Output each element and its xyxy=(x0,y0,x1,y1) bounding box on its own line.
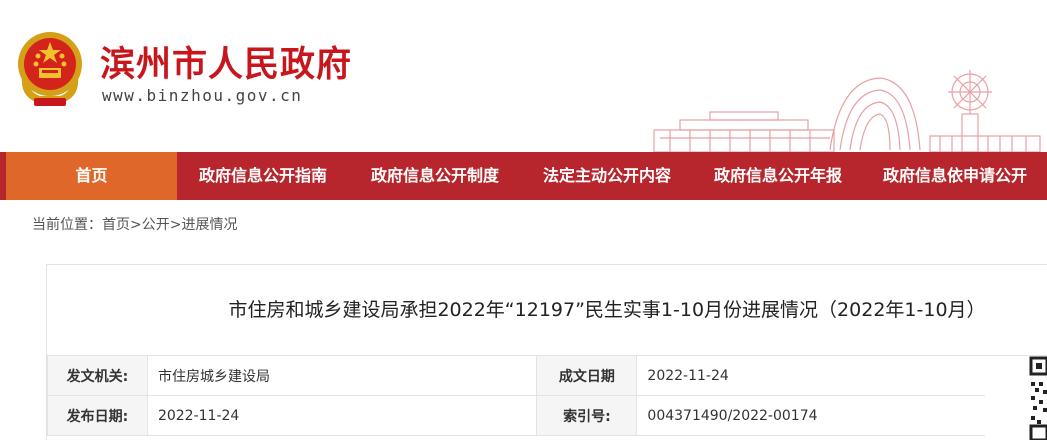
issuer-label: 发文机关: xyxy=(47,355,148,396)
created-date-label: 成文日期 xyxy=(536,355,638,396)
breadcrumb-home-link[interactable]: 首页 xyxy=(102,217,130,233)
qr-code-icon xyxy=(985,356,1047,440)
nav-item-guide[interactable]: 政府信息公开指南 xyxy=(177,152,349,200)
nav-item-application[interactable]: 政府信息依申请公开 xyxy=(863,152,1047,200)
city-skyline-illustration xyxy=(653,70,1041,152)
site-title[interactable]: 滨州市人民政府 xyxy=(100,36,352,87)
breadcrumb-current-link[interactable]: 进展情况 xyxy=(181,217,237,233)
breadcrumb-prefix: 当前位置： xyxy=(32,217,102,233)
published-date-value: 2022-11-24 xyxy=(146,395,538,436)
breadcrumb-section-link[interactable]: 公开 xyxy=(142,217,170,233)
breadcrumb: 当前位置：首页>公开>进展情况 xyxy=(32,214,237,234)
meta-row: 发文机关: 市住房城乡建设局 成文日期 2022-11-24 xyxy=(47,355,1047,396)
nav-item-system[interactable]: 政府信息公开制度 xyxy=(349,152,521,200)
document-title: 市住房和城乡建设局承担2022年“12197”民生实事1-10月份进展情况（20… xyxy=(228,299,986,321)
breadcrumb-separator: > xyxy=(169,217,182,233)
site-header: 滨州市人民政府 www.binzhou.gov.cn xyxy=(0,0,1047,152)
document-panel: 市住房和城乡建设局承担2022年“12197”民生实事1-10月份进展情况（20… xyxy=(46,264,1047,440)
national-emblem-icon xyxy=(18,32,82,106)
meta-row: 发布日期: 2022-11-24 索引号: 004371490/2022-001… xyxy=(47,395,1047,436)
breadcrumb-separator: > xyxy=(130,217,142,233)
index-number-label: 索引号: xyxy=(536,395,638,436)
nav-item-home[interactable]: 首页 xyxy=(6,152,177,200)
main-nav: 首页 政府信息公开指南 政府信息公开制度 法定主动公开内容 政府信息公开年报 政… xyxy=(0,152,1047,200)
site-url: www.binzhou.gov.cn xyxy=(102,86,303,105)
nav-item-annual-report[interactable]: 政府信息公开年报 xyxy=(693,152,863,200)
nav-item-statutory-content[interactable]: 法定主动公开内容 xyxy=(521,152,693,200)
issuer-value: 市住房城乡建设局 xyxy=(146,355,538,396)
published-date-label: 发布日期: xyxy=(47,395,148,436)
document-meta-table: 发文机关: 市住房城乡建设局 成文日期 2022-11-24 发布日期: 202… xyxy=(47,355,1047,436)
